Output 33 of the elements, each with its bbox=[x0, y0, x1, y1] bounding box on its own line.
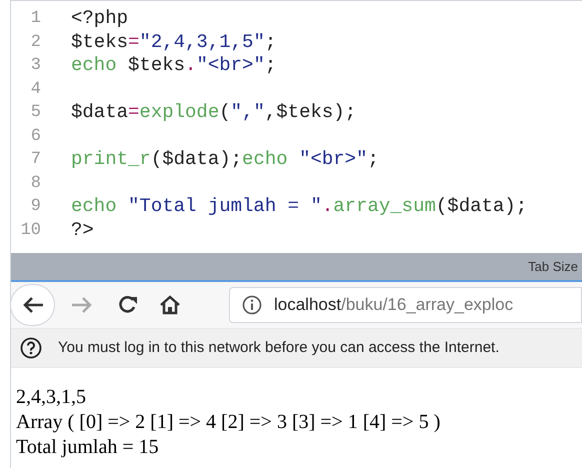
line-number: 2 bbox=[30, 32, 41, 54]
line-number: 7 bbox=[30, 149, 41, 171]
line-number: 9 bbox=[30, 196, 41, 218]
network-notice: You must log in to this network before you can access the Internet. bbox=[58, 338, 500, 358]
line-number: 8 bbox=[30, 172, 41, 194]
code-line: <?php bbox=[71, 7, 128, 30]
info-icon bbox=[242, 295, 262, 315]
url-text: localhost/buku/16_array_exploc bbox=[274, 294, 514, 316]
line-number: 1 bbox=[30, 8, 41, 30]
code-line: ?> bbox=[71, 218, 94, 242]
back-button[interactable] bbox=[10, 284, 55, 326]
output-line: Array ( [0] => 2 [1] => 4 [2] => 3 [3] => 1 [4] => 5 ) bbox=[16, 410, 440, 435]
url-field[interactable]: localhost/buku/16_array_exploc bbox=[229, 287, 582, 323]
back-arrow-icon bbox=[22, 296, 44, 314]
home-icon bbox=[159, 295, 181, 315]
help-icon bbox=[20, 337, 42, 359]
line-number: 5 bbox=[30, 102, 41, 124]
home-button[interactable] bbox=[159, 295, 181, 315]
output-line: 2,4,3,1,5 bbox=[16, 385, 86, 410]
output-line: Total jumlah = 15 bbox=[16, 435, 159, 460]
line-number: 10 bbox=[20, 220, 41, 242]
line-number: 3 bbox=[30, 55, 41, 77]
code-line: echo $teks."<br>"; bbox=[71, 54, 276, 78]
code-line: echo "Total jumlah = ".array_sum($data); bbox=[71, 195, 528, 218]
code-line: print_r($data);echo "<br>"; bbox=[71, 148, 379, 172]
code-line: $data=explode(",",$teks); bbox=[71, 101, 356, 124]
line-number: 4 bbox=[30, 78, 41, 100]
tab-size-label: Tab Size bbox=[528, 258, 578, 276]
forward-arrow-icon bbox=[71, 296, 93, 314]
reload-icon bbox=[117, 295, 139, 315]
reload-button[interactable] bbox=[117, 295, 139, 315]
line-number: 6 bbox=[30, 126, 41, 148]
code-line: $teks="2,4,3,1,5"; bbox=[71, 30, 276, 54]
